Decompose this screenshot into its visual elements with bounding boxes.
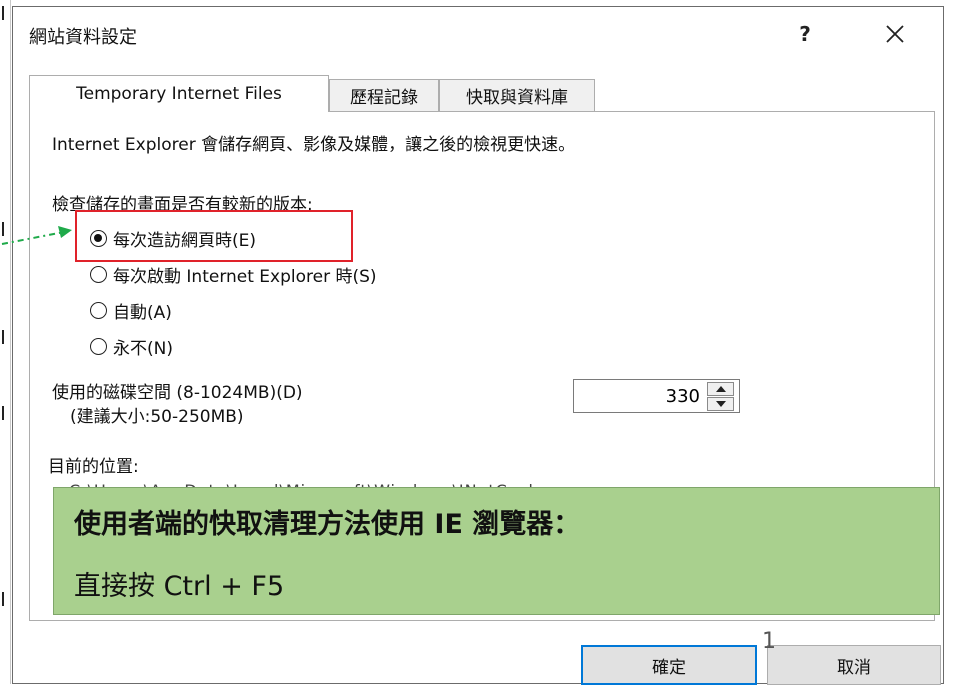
chevron-down-icon [715,401,726,407]
edge-mark [2,592,8,606]
radio-button [90,302,107,319]
edge-mark [2,330,8,344]
highlight-box [75,210,353,262]
radio-label: 自動(A) [113,303,172,323]
annotation-heading: 使用者端的快取清理方法使用 IE 瀏覽器： [74,509,581,540]
tab-temporary-internet-files[interactable]: Temporary Internet Files [29,75,329,112]
help-button[interactable]: ? [785,15,825,53]
chevron-up-icon [715,386,726,392]
spin-up-button[interactable] [707,382,734,396]
radio-button [90,338,107,355]
slide-page-number: 1 [762,629,776,654]
spin-down-button[interactable] [707,397,734,411]
tab-caches-and-databases[interactable]: 快取與資料庫 [439,79,595,111]
radio-never[interactable]: 永不(N) [90,334,173,359]
radio-label: 永不(N) [113,339,173,359]
tab-history[interactable]: 歷程記錄 [329,79,439,111]
disk-space-stepper[interactable] [573,379,740,413]
dialog-title: 網站資料設定 [29,27,137,48]
cancel-button[interactable]: 取消 [767,645,941,685]
radio-automatic[interactable]: 自動(A) [90,298,172,323]
disk-space-input[interactable] [574,380,704,412]
close-button[interactable] [871,15,919,53]
edge-mark [2,6,8,20]
radio-button [90,266,107,283]
annotation-body: 直接按 Ctrl + F5 [74,571,285,602]
disk-space-label: 使用的磁碟空間 (8-1024MB)(D) [52,383,303,403]
ok-button[interactable]: 確定 [581,645,757,685]
edge-mark [2,406,8,420]
background-window-edge [0,0,11,684]
pointer-arrow-icon [1,226,72,245]
cache-description: Internet Explorer 會儲存網頁、影像及媒體，讓之後的檢視更快速。 [52,135,576,155]
radio-label: 每次啟動 Internet Explorer 時(S) [113,267,377,287]
disk-space-hint: (建議大小:50-250MB) [70,407,244,427]
close-icon [886,25,904,43]
annotation-callout: 使用者端的快取清理方法使用 IE 瀏覽器： 直接按 Ctrl + F5 [53,487,940,615]
radio-every-start[interactable]: 每次啟動 Internet Explorer 時(S) [90,262,377,287]
website-data-settings-dialog: 網站資料設定 ? Temporary Internet Files 歷程記錄 快… [12,6,944,685]
current-location-label: 目前的位置: [48,457,139,477]
